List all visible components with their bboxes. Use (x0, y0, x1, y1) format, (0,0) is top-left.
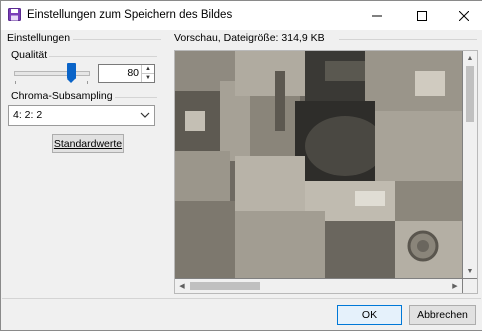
window-title: Einstellungen zum Speichern des Bildes (27, 9, 233, 21)
horizontal-scroll-thumb[interactable] (190, 282, 260, 290)
stepper-up-button[interactable]: ▲ (142, 65, 154, 74)
preview-divider (339, 39, 477, 40)
quality-slider-track[interactable] (14, 71, 90, 76)
chroma-subsampling-label: Chroma-Subsampling (11, 90, 113, 102)
stone-carving-photo (175, 51, 462, 278)
slider-tick (15, 81, 16, 84)
minimize-icon (372, 15, 382, 16)
vertical-scrollbar[interactable]: ▲ ▼ (463, 51, 477, 278)
scrollbar-corner (463, 279, 477, 293)
quality-label: Qualität (11, 49, 48, 61)
quality-divider (49, 56, 157, 57)
horizontal-scrollbar[interactable]: ◀ ▶ (175, 279, 462, 293)
chroma-selected-value: 4: 2: 2 (13, 109, 43, 121)
chroma-divider (115, 97, 157, 98)
chevron-left-icon: ◀ (179, 283, 185, 290)
chevron-up-icon: ▲ (466, 54, 474, 62)
quality-stepper[interactable]: 80 ▲ ▼ (98, 64, 155, 83)
save-settings-dialog: Einstellungen zum Speichern des Bildes E… (0, 0, 482, 331)
chevron-right-icon: ▶ (452, 283, 458, 290)
settings-divider (73, 39, 161, 40)
chroma-subsampling-select[interactable]: 4: 2: 2 (8, 105, 155, 126)
chevron-down-icon (140, 112, 150, 118)
chevron-down-icon: ▼ (466, 267, 474, 275)
defaults-button[interactable]: Standardwerte (52, 134, 124, 153)
image-preview[interactable]: ▲ ▼ ◀ ▶ (174, 50, 478, 294)
footer-divider (2, 298, 481, 299)
vertical-scroll-thumb[interactable] (466, 66, 474, 122)
close-button[interactable] (443, 1, 482, 30)
scroll-down-button[interactable]: ▼ (463, 264, 477, 278)
floppy-disk-icon (8, 8, 21, 21)
quality-value[interactable]: 80 (127, 67, 139, 79)
scroll-up-button[interactable]: ▲ (463, 51, 477, 65)
cancel-button[interactable]: Abbrechen (409, 305, 476, 325)
slider-tick (87, 81, 88, 84)
quality-slider-thumb[interactable] (67, 63, 76, 83)
close-icon (459, 10, 469, 21)
scroll-right-button[interactable]: ▶ (448, 279, 462, 293)
title-bar[interactable]: Einstellungen zum Speichern des Bildes (1, 1, 482, 30)
stepper-down-button[interactable]: ▼ (142, 74, 154, 82)
preview-label: Vorschau, Dateigröße: 314,9 KB (174, 32, 325, 44)
chevron-up-icon: ▲ (145, 66, 151, 72)
settings-section-label: Einstellungen (7, 32, 71, 44)
chevron-down-icon: ▼ (145, 75, 151, 81)
minimize-button[interactable] (356, 1, 398, 30)
ok-button[interactable]: OK (337, 305, 402, 325)
maximize-button[interactable] (401, 1, 443, 30)
stepper-buttons: ▲ ▼ (141, 65, 154, 82)
maximize-icon (417, 10, 427, 21)
scroll-left-button[interactable]: ◀ (175, 279, 189, 293)
